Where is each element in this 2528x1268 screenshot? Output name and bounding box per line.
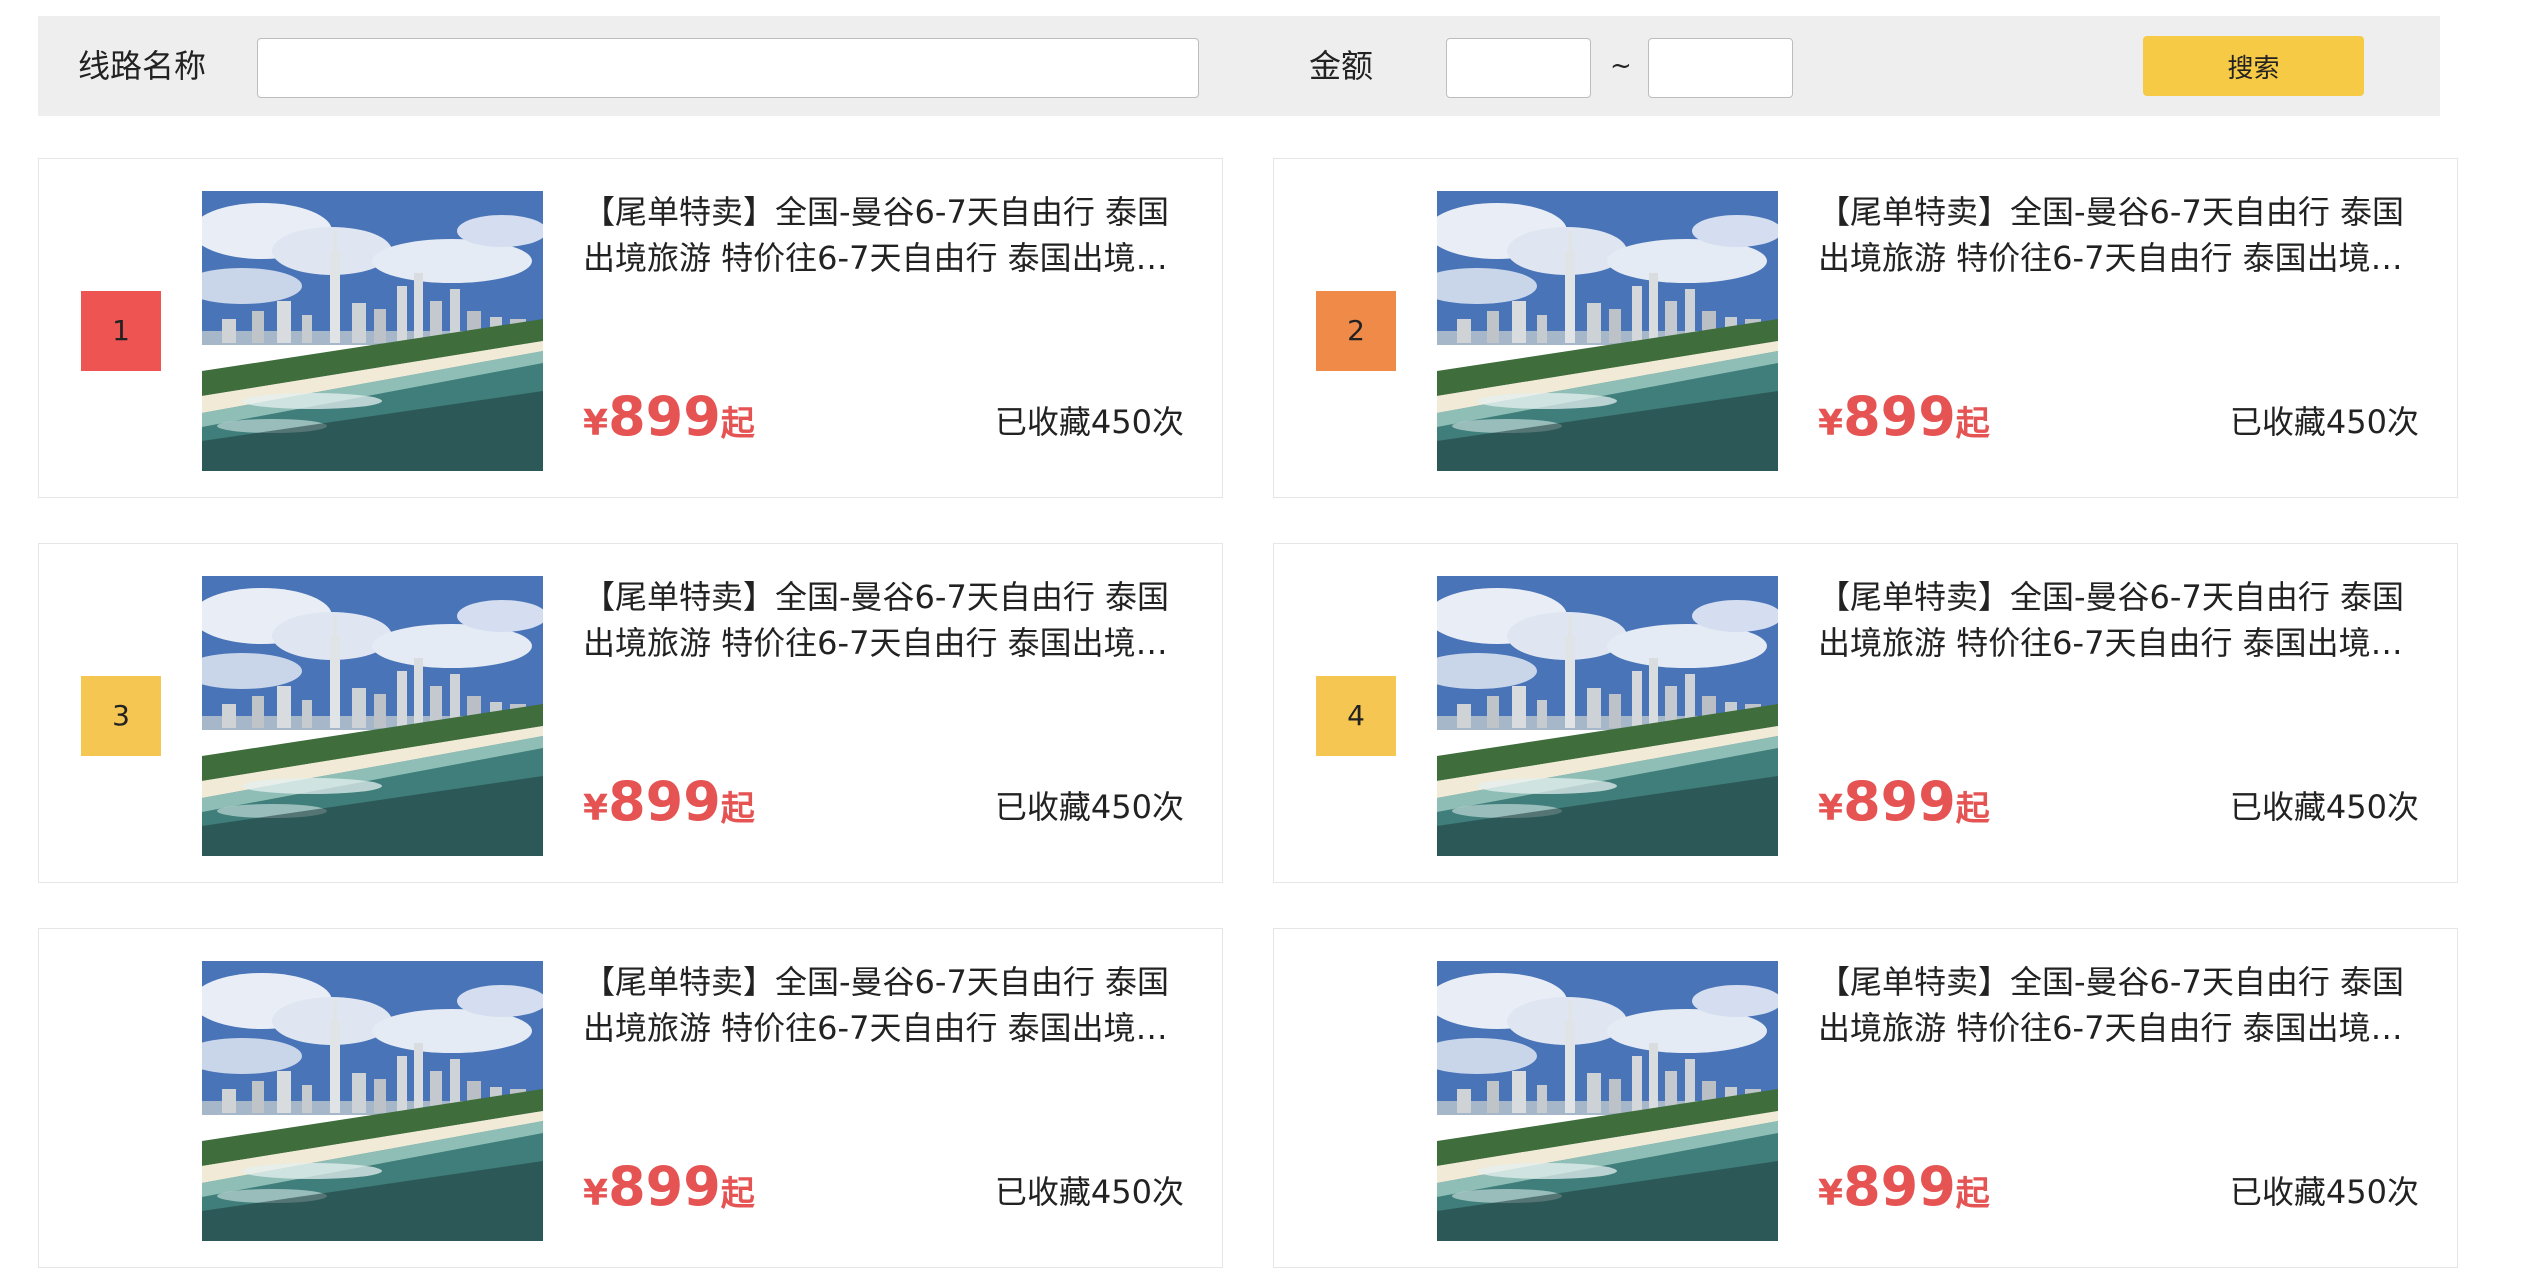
price-amount: 899 — [608, 385, 721, 448]
favorite-count: 已收藏450次 — [994, 788, 1184, 826]
coastline-photo-image — [1437, 191, 1778, 471]
favorite-count: 已收藏450次 — [2229, 1173, 2419, 1211]
price-suffix: 起 — [720, 1174, 755, 1214]
price-suffix: 起 — [1955, 1174, 1990, 1214]
price: ¥899起 — [583, 387, 755, 460]
favorite-count: 已收藏450次 — [2229, 788, 2419, 826]
price-suffix: 起 — [720, 404, 755, 444]
price-suffix: 起 — [1955, 404, 1990, 444]
route-name-input[interactable] — [257, 38, 1199, 98]
route-title[interactable]: 【尾单特卖】全国-曼谷6-7天自由行 泰国出境旅游 特价往6-7天自由行 泰国出… — [1818, 574, 2428, 666]
search-button[interactable]: 搜索 — [2143, 36, 2364, 96]
price-amount: 899 — [608, 1155, 721, 1218]
rank-badge: 3 — [81, 676, 161, 756]
price: ¥899起 — [583, 772, 755, 845]
price-currency: ¥ — [583, 788, 609, 829]
price-suffix: 起 — [720, 789, 755, 829]
amount-min-input[interactable] — [1446, 38, 1591, 98]
route-thumbnail[interactable] — [202, 961, 543, 1241]
range-separator: ~ — [1610, 51, 1632, 81]
price-currency: ¥ — [1818, 403, 1844, 444]
coastline-photo-image — [202, 961, 543, 1241]
route-title[interactable]: 【尾单特卖】全国-曼谷6-7天自由行 泰国出境旅游 特价往6-7天自由行 泰国出… — [583, 959, 1193, 1051]
route-card[interactable]: 1 【尾单特卖】全国-曼谷6-7天自由行 泰国出境旅游 特价往6-7天自由行 泰… — [38, 158, 1223, 498]
rank-badge: 1 — [81, 291, 161, 371]
route-title[interactable]: 【尾单特卖】全国-曼谷6-7天自由行 泰国出境旅游 特价往6-7天自由行 泰国出… — [583, 189, 1193, 281]
rank-badge: 4 — [1316, 676, 1396, 756]
price: ¥899起 — [1818, 1157, 1990, 1230]
favorite-count: 已收藏450次 — [2229, 403, 2419, 441]
route-thumbnail[interactable] — [1437, 576, 1778, 856]
route-card[interactable]: 【尾单特卖】全国-曼谷6-7天自由行 泰国出境旅游 特价往6-7天自由行 泰国出… — [1273, 928, 2458, 1268]
route-card[interactable]: 4 【尾单特卖】全国-曼谷6-7天自由行 泰国出境旅游 特价往6-7天自由行 泰… — [1273, 543, 2458, 883]
coastline-photo-image — [1437, 576, 1778, 856]
route-thumbnail[interactable] — [1437, 961, 1778, 1241]
rank-badge: 2 — [1316, 291, 1396, 371]
favorite-count: 已收藏450次 — [994, 403, 1184, 441]
search-bar: 线路名称 金额 ~ 搜索 — [38, 16, 2440, 116]
route-card[interactable]: 3 【尾单特卖】全国-曼谷6-7天自由行 泰国出境旅游 特价往6-7天自由行 泰… — [38, 543, 1223, 883]
amount-max-input[interactable] — [1648, 38, 1793, 98]
route-thumbnail[interactable] — [202, 191, 543, 471]
price: ¥899起 — [1818, 387, 1990, 460]
route-title[interactable]: 【尾单特卖】全国-曼谷6-7天自由行 泰国出境旅游 特价往6-7天自由行 泰国出… — [583, 574, 1193, 666]
price-currency: ¥ — [1818, 788, 1844, 829]
route-thumbnail[interactable] — [202, 576, 543, 856]
price-currency: ¥ — [1818, 1173, 1844, 1214]
price-currency: ¥ — [583, 403, 609, 444]
price-amount: 899 — [1843, 385, 1956, 448]
coastline-photo-image — [1437, 961, 1778, 1241]
favorite-count: 已收藏450次 — [994, 1173, 1184, 1211]
price: ¥899起 — [1818, 772, 1990, 845]
route-thumbnail[interactable] — [1437, 191, 1778, 471]
price-amount: 899 — [1843, 1155, 1956, 1218]
route-title[interactable]: 【尾单特卖】全国-曼谷6-7天自由行 泰国出境旅游 特价往6-7天自由行 泰国出… — [1818, 959, 2428, 1051]
amount-label: 金额 — [1309, 47, 1374, 85]
price-currency: ¥ — [583, 1173, 609, 1214]
price-suffix: 起 — [1955, 789, 1990, 829]
price-amount: 899 — [1843, 770, 1956, 833]
coastline-photo-image — [202, 191, 543, 471]
price: ¥899起 — [583, 1157, 755, 1230]
coastline-photo-image — [202, 576, 543, 856]
route-card[interactable]: 【尾单特卖】全国-曼谷6-7天自由行 泰国出境旅游 特价往6-7天自由行 泰国出… — [38, 928, 1223, 1268]
route-card[interactable]: 2 【尾单特卖】全国-曼谷6-7天自由行 泰国出境旅游 特价往6-7天自由行 泰… — [1273, 158, 2458, 498]
route-name-label: 线路名称 — [78, 47, 207, 85]
route-title[interactable]: 【尾单特卖】全国-曼谷6-7天自由行 泰国出境旅游 特价往6-7天自由行 泰国出… — [1818, 189, 2428, 281]
price-amount: 899 — [608, 770, 721, 833]
